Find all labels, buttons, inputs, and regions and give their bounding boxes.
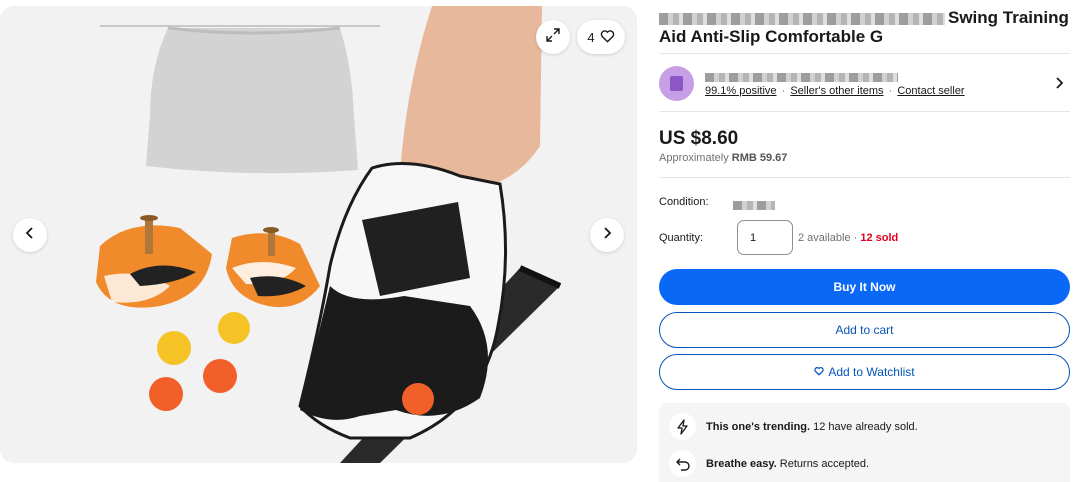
condition-value — [733, 197, 775, 215]
quantity-label: Quantity: — [659, 232, 704, 244]
watch-count-button[interactable]: 4 — [577, 20, 625, 54]
seller-feedback-link[interactable]: 99.1% positive — [705, 85, 777, 97]
contact-seller-link[interactable]: Contact seller — [897, 85, 964, 97]
quantity-availability: 2 available · 12 sold — [798, 232, 899, 244]
seller-other-items-link[interactable]: Seller's other items — [790, 85, 883, 97]
chevron-right-icon[interactable] — [1054, 76, 1066, 95]
lightning-icon — [669, 413, 696, 440]
sold-count: 12 sold — [860, 232, 899, 244]
approx-price: Approximately RMB 59.67 — [659, 152, 788, 164]
redacted-condition — [733, 201, 775, 211]
listing-title: Swing Training Aid Anti-Slip Comfortable… — [659, 8, 1071, 46]
highlights-box: This one's trending. 12 have already sol… — [659, 403, 1070, 482]
seller-avatar[interactable] — [659, 66, 694, 101]
returns-row: Breathe easy. Returns accepted. — [669, 450, 869, 477]
price: US $8.60 — [659, 128, 739, 149]
seller-links: 99.1% positive · Seller's other items · … — [705, 85, 965, 97]
divider — [659, 111, 1070, 112]
redacted-seller-name — [705, 73, 898, 83]
chevron-right-icon — [600, 226, 614, 245]
divider — [659, 53, 1070, 54]
expand-icon — [545, 27, 561, 48]
return-arrow-icon — [669, 450, 696, 477]
previous-image-button[interactable] — [13, 218, 47, 252]
image-gallery[interactable]: 4 — [0, 6, 637, 463]
add-to-cart-button[interactable]: Add to cart — [659, 312, 1070, 348]
next-image-button[interactable] — [590, 218, 624, 252]
expand-image-button[interactable] — [536, 20, 570, 54]
watch-count: 4 — [587, 29, 595, 45]
trending-row: This one's trending. 12 have already sol… — [669, 413, 918, 440]
seller-card[interactable]: 99.1% positive · Seller's other items · … — [659, 65, 1070, 101]
heart-icon — [600, 29, 615, 46]
add-to-watchlist-button[interactable]: Add to Watchlist — [659, 354, 1070, 390]
buy-it-now-button[interactable]: Buy It Now — [659, 269, 1070, 305]
chevron-left-icon — [23, 226, 37, 245]
redacted-title-text — [659, 12, 945, 25]
product-image — [96, 6, 637, 463]
quantity-input[interactable]: 1 — [737, 220, 793, 255]
divider — [659, 177, 1070, 178]
condition-label: Condition: — [659, 196, 709, 208]
heart-icon — [814, 365, 825, 379]
add-to-watchlist-label: Add to Watchlist — [828, 365, 915, 379]
